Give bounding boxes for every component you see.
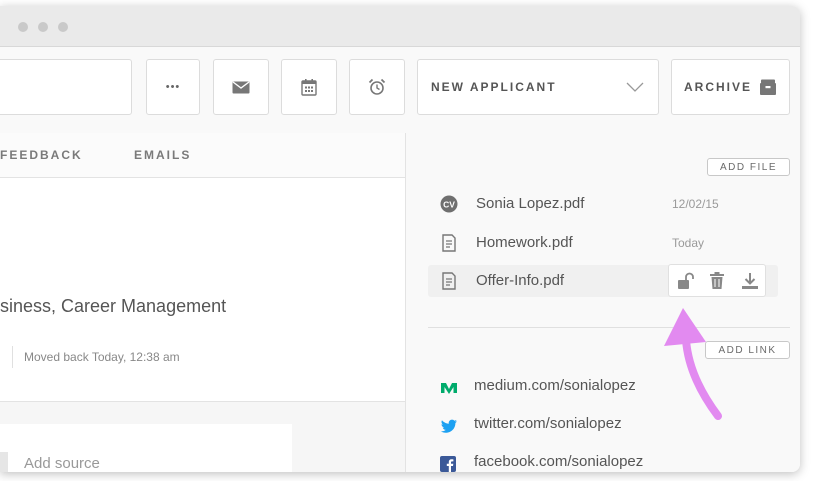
- link-text[interactable]: twitter.com/sonialopez: [474, 415, 622, 432]
- file-row[interactable]: Homework.pdf Today: [428, 227, 778, 259]
- archive-button[interactable]: ARCHIVE: [671, 59, 790, 115]
- cv-icon: CV: [440, 195, 458, 213]
- reminder-button[interactable]: [349, 59, 405, 115]
- files-links-panel: ADD FILE CV Sonia Lopez.pdf 12/02/15 Hom…: [406, 133, 800, 472]
- annotation-arrow-icon: [664, 308, 722, 420]
- unlock-icon[interactable]: [677, 272, 695, 290]
- link-text[interactable]: medium.com/sonialopez: [474, 377, 636, 394]
- tab-emails[interactable]: EMAILS: [134, 148, 191, 162]
- envelope-icon: [232, 80, 250, 93]
- stage-select[interactable]: NEW APPLICANT: [417, 59, 659, 115]
- medium-icon: [441, 383, 457, 394]
- twitter-icon: [440, 419, 457, 433]
- source-add-handle[interactable]: [0, 452, 8, 472]
- file-row[interactable]: CV Sonia Lopez.pdf 12/02/15: [428, 188, 778, 220]
- svg-text:CV: CV: [443, 199, 455, 209]
- document-icon: [442, 234, 456, 252]
- source-card: Add source: [0, 424, 292, 472]
- file-date: 12/02/15: [672, 197, 719, 211]
- divider: [12, 346, 13, 368]
- link-text[interactable]: facebook.com/sonialopez: [474, 453, 643, 470]
- facebook-icon: [440, 456, 456, 472]
- document-icon: [442, 272, 456, 290]
- alarm-clock-icon: [368, 78, 386, 95]
- download-icon[interactable]: [741, 272, 759, 290]
- tags-text: siness, Career Management: [0, 296, 227, 316]
- file-row-hovered[interactable]: Offer-Info.pdf: [428, 264, 778, 297]
- stage-select-value: NEW APPLICANT: [431, 80, 557, 94]
- tab-feedback[interactable]: FEEDBACK: [0, 148, 83, 162]
- chevron-down-icon: [626, 82, 644, 92]
- more-button[interactable]: •••: [146, 59, 200, 115]
- app-window: ••• NEW APPLICANT ARCHIVE FEEDBACK EMAIL…: [0, 6, 800, 472]
- add-file-button[interactable]: ADD FILE: [707, 158, 790, 176]
- window-control-dot[interactable]: [38, 22, 48, 32]
- archive-label: ARCHIVE: [684, 80, 753, 94]
- file-actions: [668, 264, 766, 297]
- status-text: Moved back Today, 12:38 am: [24, 350, 180, 364]
- main-panel: FEEDBACK EMAILS siness, Career Managemen…: [0, 133, 406, 472]
- file-name[interactable]: Homework.pdf: [476, 234, 573, 251]
- trash-icon[interactable]: [709, 272, 725, 290]
- more-icon: •••: [165, 81, 181, 93]
- file-date: Today: [672, 236, 705, 250]
- tab-bar: FEEDBACK EMAILS: [0, 133, 405, 178]
- source-section: Add source: [0, 401, 405, 472]
- file-name[interactable]: Sonia Lopez.pdf: [476, 195, 584, 212]
- title-bar: [0, 6, 800, 47]
- schedule-button[interactable]: [281, 59, 337, 115]
- toolbar: ••• NEW APPLICANT ARCHIVE: [0, 47, 800, 134]
- archive-box-icon: [760, 79, 776, 95]
- file-name[interactable]: Offer-Info.pdf: [476, 272, 564, 289]
- window-control-dot[interactable]: [18, 22, 28, 32]
- candidate-name-field[interactable]: [0, 59, 132, 115]
- email-button[interactable]: [213, 59, 269, 115]
- source-input[interactable]: Add source: [24, 455, 100, 472]
- calendar-icon: [301, 79, 317, 96]
- window-control-dot[interactable]: [58, 22, 68, 32]
